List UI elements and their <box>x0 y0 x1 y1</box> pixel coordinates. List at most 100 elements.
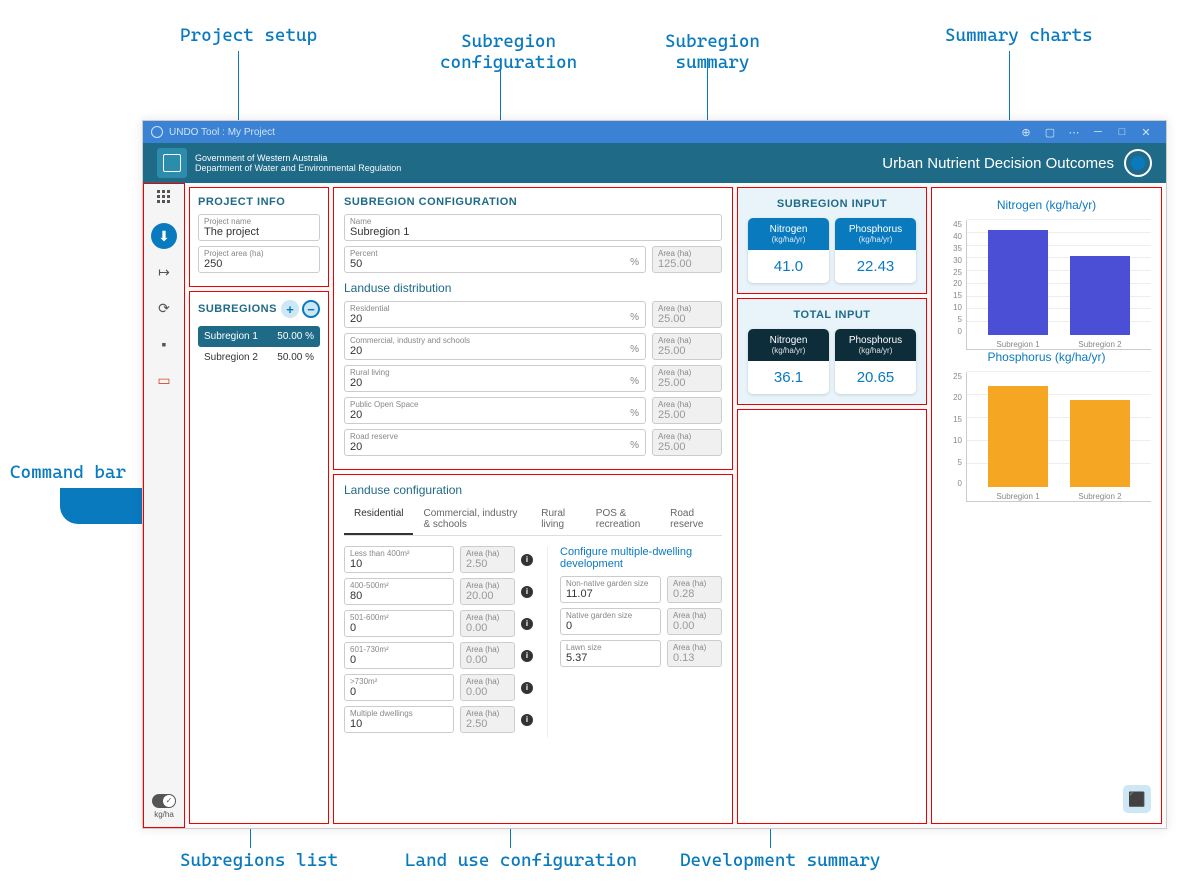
landuse-pct-field[interactable]: Rural living20 <box>344 365 646 392</box>
landuse-tab[interactable]: POS & recreation <box>586 503 660 535</box>
res-area-field: Area (ha)0.00 <box>460 642 515 669</box>
info-icon[interactable]: i <box>521 586 533 598</box>
project-info-panel: PROJECT INFO Project name The project Pr… <box>189 187 329 287</box>
project-name-field[interactable]: Project name The project <box>198 214 320 241</box>
multi-pct-field[interactable]: Non-native garden size11.07 <box>560 576 661 603</box>
res-pct-field[interactable]: Less than 400m²10 <box>344 546 454 573</box>
app-window: UNDO Tool : My Project ⊕ ▢ ⋯ ─ □ ✕ Gover… <box>142 120 1167 829</box>
summary-charts-panel: Nitrogen (kg/ha/yr) 454035302520151050 S… <box>931 187 1162 824</box>
landuse-area-field: Area (ha)25.00 <box>652 333 722 360</box>
res-area-field: Area (ha)0.00 <box>460 674 515 701</box>
anno-dev-summary: Development summary <box>680 850 880 871</box>
res-area-field: Area (ha)20.00 <box>460 578 515 605</box>
multi-area-field: Area (ha)0.28 <box>667 576 722 603</box>
res-pct-field[interactable]: >730m²0 <box>344 674 454 701</box>
info-icon[interactable]: i <box>521 650 533 662</box>
subregion-nitrogen-card: Nitrogen(kg/ha/yr) 41.0 <box>748 218 829 283</box>
total-phosphorus-card: Phosphorus(kg/ha/yr) 20.65 <box>835 329 916 394</box>
total-input-title: TOTAL INPUT <box>748 309 916 321</box>
landuse-pct-field[interactable]: Public Open Space20 <box>344 397 646 424</box>
subregion-row[interactable]: Subregion 250.00 % <box>198 347 320 368</box>
subregion-percent-field[interactable]: Percent 50 <box>344 246 646 273</box>
res-pct-field[interactable]: Multiple dwellings10 <box>344 706 454 733</box>
tablet-icon[interactable]: ▢ <box>1038 126 1062 139</box>
app-icon <box>151 126 163 138</box>
total-nitrogen-card: Nitrogen(kg/ha/yr) 36.1 <box>748 329 829 394</box>
multi-area-field: Area (ha)0.00 <box>667 608 722 635</box>
project-info-title: PROJECT INFO <box>198 196 320 208</box>
landuse-config-title: Landuse configuration <box>344 483 722 497</box>
landuse-area-field: Area (ha)25.00 <box>652 301 722 328</box>
landuse-tab[interactable]: Commercial, industry & schools <box>413 503 531 535</box>
window-title: UNDO Tool : My Project <box>169 127 275 138</box>
subregions-panel: SUBREGIONS + − Subregion 150.00 %Subregi… <box>189 291 329 824</box>
chart-expand-button[interactable]: ⬛ <box>1123 785 1151 813</box>
more-icon[interactable]: ⋯ <box>1062 126 1086 139</box>
presentation-button[interactable]: ▭ <box>151 367 177 393</box>
add-subregion-button[interactable]: + <box>281 300 299 318</box>
document-button[interactable]: ▪ <box>151 331 177 357</box>
subregion-name-field[interactable]: Name Subregion 1 <box>344 214 722 241</box>
subregion-config-title: SUBREGION CONFIGURATION <box>344 196 722 208</box>
subregion-row[interactable]: Subregion 150.00 % <box>198 326 320 347</box>
project-area-field[interactable]: Project area (ha) 250 <box>198 246 320 273</box>
anno-project-setup: Project setup <box>180 25 317 46</box>
subregion-input-title: SUBREGION INPUT <box>748 198 916 210</box>
landuse-config-panel: Landuse configuration ResidentialCommerc… <box>333 474 733 824</box>
landuse-pct-field[interactable]: Commercial, industry and schools20 <box>344 333 646 360</box>
dev-summary-spacer <box>737 409 927 824</box>
export-button[interactable]: ↦ <box>151 259 177 285</box>
res-pct-field[interactable]: 501-600m²0 <box>344 610 454 637</box>
chart: Phosphorus (kg/ha/yr) 2520151050 Subregi… <box>942 350 1151 502</box>
anno-command-bar: Command bar <box>10 462 126 483</box>
refresh-button[interactable]: ⟳ <box>151 295 177 321</box>
gov-line2: Department of Water and Environmental Re… <box>195 163 401 173</box>
landuse-tab[interactable]: Road reserve <box>660 503 722 535</box>
search-icon[interactable]: ⊕ <box>1014 126 1038 139</box>
anno-summary-charts: Summary charts <box>945 25 1093 46</box>
landuse-pct-field[interactable]: Residential20 <box>344 301 646 328</box>
app-title: Urban Nutrient Decision Outcomes <box>882 155 1114 172</box>
res-area-field: Area (ha)2.50 <box>460 546 515 573</box>
banner: Government of Western Australia Departme… <box>143 143 1166 183</box>
multi-pct-field[interactable]: Native garden size0 <box>560 608 661 635</box>
units-toggle[interactable]: kg/ha <box>152 794 176 819</box>
anno-landuse-conf: Land use configuration <box>405 850 637 871</box>
landuse-tab[interactable]: Rural living <box>531 503 586 535</box>
subregion-config-panel: SUBREGION CONFIGURATION Name Subregion 1… <box>333 187 733 470</box>
command-bar: ⬇ ↦ ⟳ ▪ ▭ kg/ha <box>143 183 185 828</box>
landuse-area-field: Area (ha)25.00 <box>652 365 722 392</box>
subregion-area-field: Area (ha) 125.00 <box>652 246 722 273</box>
landuse-area-field: Area (ha)25.00 <box>652 397 722 424</box>
res-area-field: Area (ha)0.00 <box>460 610 515 637</box>
info-icon[interactable]: i <box>521 714 533 726</box>
res-area-field: Area (ha)2.50 <box>460 706 515 733</box>
subregions-title: SUBREGIONS <box>198 303 277 315</box>
anno-subregions-list: Subregions list <box>180 850 338 871</box>
total-input-panel: TOTAL INPUT Nitrogen(kg/ha/yr) 36.1 Phos… <box>737 298 927 405</box>
info-icon[interactable]: i <box>521 554 533 566</box>
subregion-input-panel: SUBREGION INPUT Nitrogen(kg/ha/yr) 41.0 … <box>737 187 927 294</box>
res-pct-field[interactable]: 400-500m²80 <box>344 578 454 605</box>
minimize-button[interactable]: ─ <box>1086 126 1110 138</box>
landuse-pct-field[interactable]: Road reserve20 <box>344 429 646 456</box>
gov-line1: Government of Western Australia <box>195 153 401 164</box>
remove-subregion-button[interactable]: − <box>302 300 320 318</box>
landuse-tab[interactable]: Residential <box>344 503 413 535</box>
info-icon[interactable]: i <box>521 618 533 630</box>
landuse-dist-title: Landuse distribution <box>344 281 722 295</box>
landuse-tabs: ResidentialCommercial, industry & school… <box>344 503 722 536</box>
anno-subregion-conf: Subregion configuration <box>440 10 577 136</box>
info-icon[interactable]: i <box>521 682 533 694</box>
landuse-area-field: Area (ha)25.00 <box>652 429 722 456</box>
res-pct-field[interactable]: 601-730m²0 <box>344 642 454 669</box>
subregion-phosphorus-card: Phosphorus(kg/ha/yr) 22.43 <box>835 218 916 283</box>
multi-pct-field[interactable]: Lawn size5.37 <box>560 640 661 667</box>
multi-dwelling-title: Configure multiple-dwelling development <box>560 546 722 570</box>
maximize-button[interactable]: □ <box>1110 126 1134 138</box>
chart: Nitrogen (kg/ha/yr) 454035302520151050 S… <box>942 198 1151 350</box>
download-button[interactable]: ⬇ <box>151 223 177 249</box>
grip-icon[interactable] <box>157 190 171 204</box>
close-button[interactable]: ✕ <box>1134 126 1158 139</box>
app-logo-icon <box>1124 149 1152 177</box>
